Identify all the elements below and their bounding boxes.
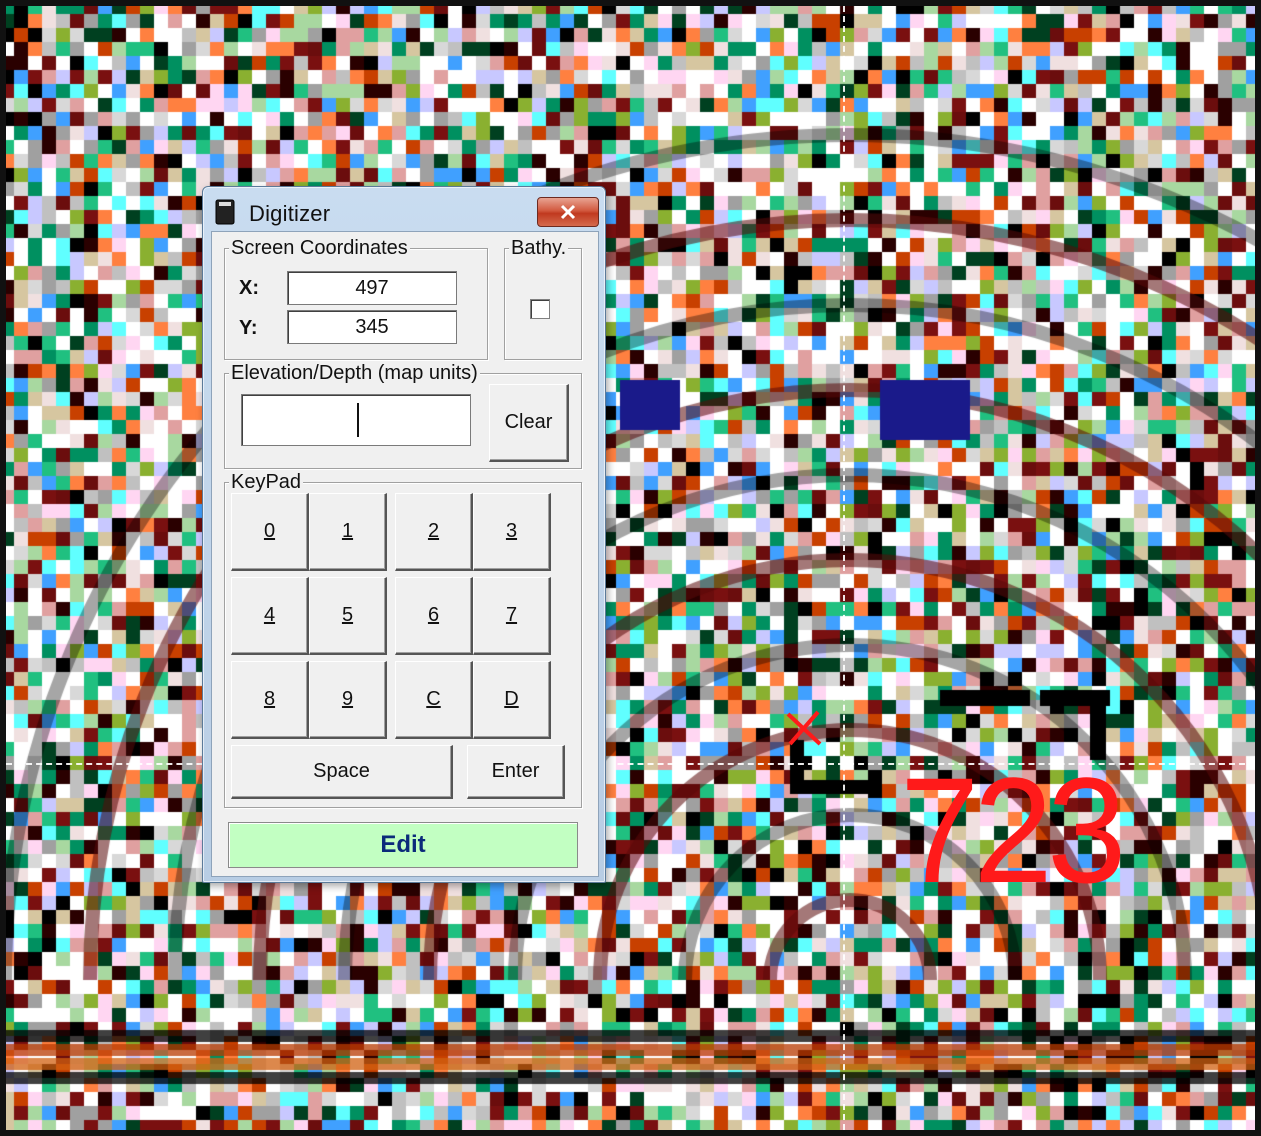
title-bar[interactable]: Digitizer xyxy=(203,187,605,231)
keypad-key-label: C xyxy=(426,688,441,710)
enter-button[interactable]: Enter xyxy=(467,745,565,799)
keypad-key-2[interactable]: 2 xyxy=(395,493,473,571)
keypad-key-9[interactable]: 9 xyxy=(309,661,387,739)
keypad-key-d[interactable]: D xyxy=(473,661,551,739)
screen-coordinates-label: Screen Coordinates xyxy=(229,236,410,260)
elevation-depth-group: Elevation/Depth (map units) Clear xyxy=(224,361,582,469)
keypad-key-1[interactable]: 1 xyxy=(309,493,387,571)
y-coordinate-field[interactable]: 345 xyxy=(287,310,457,344)
cursor-x-marker-icon xyxy=(786,710,822,746)
screen-coordinates-group: Screen Coordinates X: 497 Y: 345 xyxy=(224,236,488,360)
bathy-checkbox[interactable] xyxy=(530,299,550,319)
keypad-key-6[interactable]: 6 xyxy=(395,577,473,655)
keypad-key-5[interactable]: 5 xyxy=(309,577,387,655)
keypad-key-label: 8 xyxy=(263,688,276,710)
window-title: Digitizer xyxy=(249,201,331,226)
keypad-key-label: 0 xyxy=(263,520,276,542)
keypad-key-7[interactable]: 7 xyxy=(473,577,551,655)
keypad-key-0[interactable]: 0 xyxy=(231,493,309,571)
clear-button[interactable]: Clear xyxy=(489,384,569,462)
keypad-key-label: 9 xyxy=(341,688,354,710)
elevation-input[interactable] xyxy=(241,394,471,446)
x-coordinate-field[interactable]: 497 xyxy=(287,271,457,305)
bathy-label: Bathy. xyxy=(509,236,569,260)
keypad-key-label: 3 xyxy=(505,520,518,542)
dialog-client-area: Screen Coordinates X: 497 Y: 345 Bathy. … xyxy=(211,231,599,877)
keypad-key-label: 6 xyxy=(427,604,440,626)
keypad-key-label: 4 xyxy=(263,604,276,626)
keypad-key-label: 7 xyxy=(505,604,518,626)
keypad-key-label: 1 xyxy=(341,520,354,542)
map-contour-label: 723 xyxy=(900,746,1126,914)
keypad-label: KeyPad xyxy=(229,470,304,494)
edit-mode-button[interactable]: Edit xyxy=(228,822,578,868)
keypad-key-4[interactable]: 4 xyxy=(231,577,309,655)
keypad-key-label: 2 xyxy=(427,520,440,542)
crosshair-vertical xyxy=(843,6,845,1130)
keypad-group: KeyPad 0 1 2 3 4 5 6 7 8 9 C D Space Enter xyxy=(224,470,582,808)
close-button[interactable] xyxy=(537,197,599,227)
close-icon xyxy=(560,204,576,220)
bathy-group: Bathy. xyxy=(504,236,582,360)
elevation-depth-label: Elevation/Depth (map units) xyxy=(229,361,480,385)
x-label: X: xyxy=(239,277,259,299)
keypad-key-c[interactable]: C xyxy=(395,661,473,739)
keypad-key-3[interactable]: 3 xyxy=(473,493,551,571)
keypad-key-label: 5 xyxy=(341,604,354,626)
space-button[interactable]: Space xyxy=(231,745,453,799)
scanned-map-image[interactable] xyxy=(0,0,1261,1136)
text-caret xyxy=(357,403,359,437)
digitizer-window[interactable]: Digitizer Screen Coordinates X: 497 Y: 3… xyxy=(202,186,606,883)
y-label: Y: xyxy=(239,317,258,339)
mode-container: Edit xyxy=(224,818,582,872)
keypad-key-label: D xyxy=(504,688,519,710)
window-app-icon xyxy=(215,199,235,225)
keypad-key-8[interactable]: 8 xyxy=(231,661,309,739)
